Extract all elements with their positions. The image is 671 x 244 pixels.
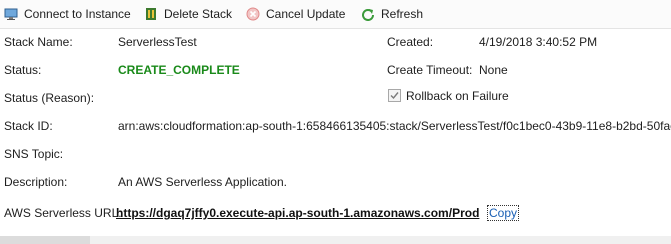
created-value: 4/19/2018 3:40:52 PM [479, 35, 598, 49]
connect-label: Connect to Instance [24, 7, 131, 21]
scrollbar-thumb[interactable] [0, 236, 90, 244]
create-timeout-value: None [479, 63, 508, 77]
toolbar: Connect to Instance Delete Stack Cancel … [0, 0, 671, 29]
cancel-label: Cancel Update [266, 7, 346, 21]
status-label: Status: [4, 63, 42, 77]
cancel-icon [246, 7, 260, 21]
status-reason-label: Status (Reason): [4, 91, 95, 105]
stack-name-label: Stack Name: [4, 35, 73, 49]
delete-label: Delete Stack [164, 7, 233, 21]
cancel-update-button[interactable]: Cancel Update [246, 4, 345, 24]
stack-id-value: arn:aws:cloudformation:ap-south-1:658466… [118, 119, 671, 133]
created-label: Created: [387, 35, 434, 49]
checkmark-icon [390, 92, 399, 100]
monitor-icon [4, 8, 18, 20]
rollback-label: Rollback on Failure [406, 89, 509, 103]
serverless-url-label: AWS Serverless URL: [4, 206, 122, 220]
stack-icon [146, 8, 156, 20]
description-value: An AWS Serverless Application. [118, 175, 287, 189]
copy-link[interactable]: Copy [487, 205, 520, 221]
refresh-icon [362, 9, 374, 21]
rollback-checkbox[interactable] [388, 89, 401, 102]
refresh-button[interactable]: Refresh [361, 4, 423, 24]
status-value: CREATE_COMPLETE [118, 63, 240, 77]
horizontal-scrollbar[interactable] [0, 236, 671, 244]
description-label: Description: [4, 175, 68, 189]
serverless-url-link[interactable]: https://dgaq7jffy0.execute-api.ap-south-… [116, 206, 479, 220]
delete-stack-button[interactable]: Delete Stack [144, 4, 232, 24]
refresh-label: Refresh [381, 7, 424, 21]
stack-id-label: Stack ID: [4, 119, 53, 133]
sns-topic-label: SNS Topic: [4, 147, 64, 161]
stack-name-value: ServerlessTest [118, 35, 197, 49]
connect-to-instance-button[interactable]: Connect to Instance [4, 4, 131, 24]
create-timeout-label: Create Timeout: [387, 63, 473, 77]
